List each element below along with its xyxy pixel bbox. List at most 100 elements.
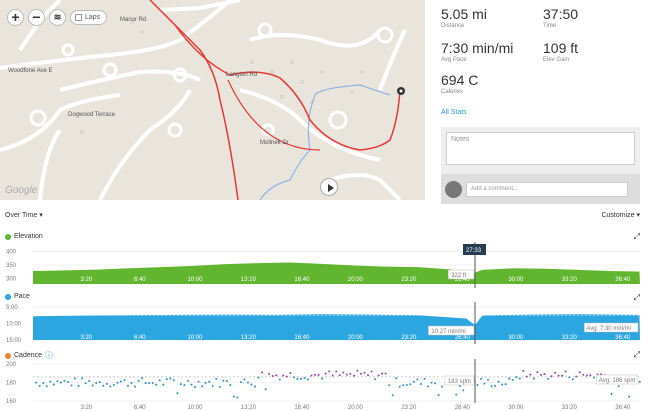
cadence-point xyxy=(254,385,257,388)
cadence-point xyxy=(169,377,172,380)
cadence-point xyxy=(317,373,320,376)
cadence-point xyxy=(367,374,370,377)
cadence-point xyxy=(88,379,91,382)
cadence-point xyxy=(119,380,122,383)
cadence-point xyxy=(225,380,228,383)
y-tick-label: 400 xyxy=(6,249,17,255)
pace-chart[interactable]: 5:00 10:00 15:00 3:20 6:40 10:00 13:20 16:40 20:… xyxy=(0,302,648,344)
cadence-point xyxy=(243,378,246,381)
stat-elev: 109 ft Elev Gain xyxy=(543,40,578,63)
zoom-out-button[interactable]: − xyxy=(28,9,45,26)
all-stats-link[interactable]: All Stats xyxy=(441,109,467,116)
cadence-point xyxy=(179,383,182,386)
cadence-point xyxy=(63,379,66,382)
cadence-point xyxy=(289,372,292,375)
cadence-point xyxy=(232,395,235,398)
cadence-point xyxy=(59,381,62,384)
zoom-in-button[interactable]: + xyxy=(7,9,24,26)
cadence-point xyxy=(487,378,490,381)
cadence-point xyxy=(218,385,221,388)
comment-input[interactable]: Add a comment... xyxy=(466,182,628,197)
notes-field[interactable]: Notes xyxy=(446,132,635,165)
elevation-chart[interactable]: 400 350 300 3:20 6:40 10:00 13:20 16:40 20:00 23:… xyxy=(0,242,648,288)
street-label: Woodfone Ave E xyxy=(8,68,53,74)
cadence-point xyxy=(589,374,592,377)
cadence-point xyxy=(155,383,158,386)
x-tick-label: 20:00 xyxy=(348,277,364,283)
cadence-chart[interactable]: 200 180 160 3:20 6:40 10:00 13:20 16:40 20:00 23:… xyxy=(0,359,648,411)
cadence-point xyxy=(52,383,55,386)
y-tick-label: 15:00 xyxy=(6,338,22,344)
cadence-point xyxy=(575,375,578,378)
cadence-point xyxy=(427,385,430,388)
x-tick-label: 36:40 xyxy=(615,405,631,411)
stat-pace: 7:30 min/mi Avg Pace xyxy=(441,40,513,63)
cadence-point xyxy=(211,384,214,387)
cadence-point xyxy=(370,370,373,373)
cadence-point xyxy=(324,372,327,375)
cadence-point xyxy=(402,384,405,387)
cadence-point xyxy=(38,385,41,388)
cadence-point xyxy=(592,376,595,379)
cadence-point xyxy=(112,383,115,386)
cursor-time-label: 27:33 xyxy=(466,248,482,254)
x-tick-label: 23:20 xyxy=(401,405,417,411)
cadence-label: Cadence xyxy=(14,352,43,359)
cursor-value-label: 10:27 min/mi xyxy=(431,329,465,335)
cadence-point xyxy=(126,384,129,387)
cadence-point xyxy=(197,380,200,383)
cadence-point xyxy=(522,369,525,372)
avg-label: Avg: 7:30 min/mi xyxy=(586,326,631,332)
cadence-point xyxy=(204,381,207,384)
cadence-point xyxy=(395,377,398,380)
x-tick-label: 10:00 xyxy=(187,335,203,341)
avg-label: Avg: 186 spm xyxy=(599,378,636,384)
x-tick-label: 23:20 xyxy=(401,335,417,341)
cadence-point xyxy=(416,378,419,381)
cadence-point xyxy=(264,388,267,391)
cadence-point xyxy=(342,371,345,374)
street-label: Langton Rd xyxy=(226,72,258,78)
cadence-point xyxy=(419,382,422,385)
cadence-point xyxy=(352,374,355,377)
cadence-point xyxy=(585,374,588,377)
laps-label: Laps xyxy=(85,14,101,21)
customize-dropdown[interactable]: Customize ▾ xyxy=(601,211,640,219)
cadence-point xyxy=(134,385,137,388)
laps-toggle[interactable]: Laps xyxy=(70,10,108,25)
calories-label: Calories xyxy=(441,89,464,95)
laps-checkbox[interactable] xyxy=(75,14,82,21)
play-route-button[interactable] xyxy=(320,178,338,196)
x-tick-label: 13:20 xyxy=(241,335,257,341)
cadence-point xyxy=(201,385,204,388)
over-time-dropdown[interactable]: Over Time ▾ xyxy=(5,211,43,219)
x-tick-label: 16:40 xyxy=(294,405,310,411)
cadence-point xyxy=(296,378,299,381)
cadence-point xyxy=(236,396,239,399)
cadence-point xyxy=(144,382,147,385)
x-tick-label: 6:40 xyxy=(134,277,146,283)
cadence-point xyxy=(455,393,458,396)
pace-label: Avg Pace xyxy=(441,57,467,63)
cadence-point xyxy=(494,384,497,387)
cadence-point xyxy=(282,374,285,377)
x-tick-label: 33:20 xyxy=(562,405,578,411)
cadence-point xyxy=(141,377,144,380)
street-label: Manor Rd xyxy=(120,17,147,23)
expand-icon[interactable]: ⤢ xyxy=(634,232,640,242)
cadence-point xyxy=(349,372,352,375)
cadence-point xyxy=(81,377,84,380)
layers-icon[interactable]: ≋ xyxy=(49,9,66,26)
route-map[interactable]: Manor Rd Woodfone Ave E Dogwood Terrace … xyxy=(0,0,425,200)
map-canvas xyxy=(0,0,407,200)
cadence-point xyxy=(151,381,154,384)
street-label: Dogwood Terrace xyxy=(68,112,115,118)
cadence-point xyxy=(45,385,48,388)
cadence-point xyxy=(162,383,165,386)
cadence-point xyxy=(77,385,80,388)
cadence-point xyxy=(359,372,362,375)
cadence-point xyxy=(172,379,175,382)
cadence-point xyxy=(306,378,309,381)
elev-label: Elev Gain xyxy=(543,57,570,63)
stat-time: 37:50 Time xyxy=(543,6,578,29)
